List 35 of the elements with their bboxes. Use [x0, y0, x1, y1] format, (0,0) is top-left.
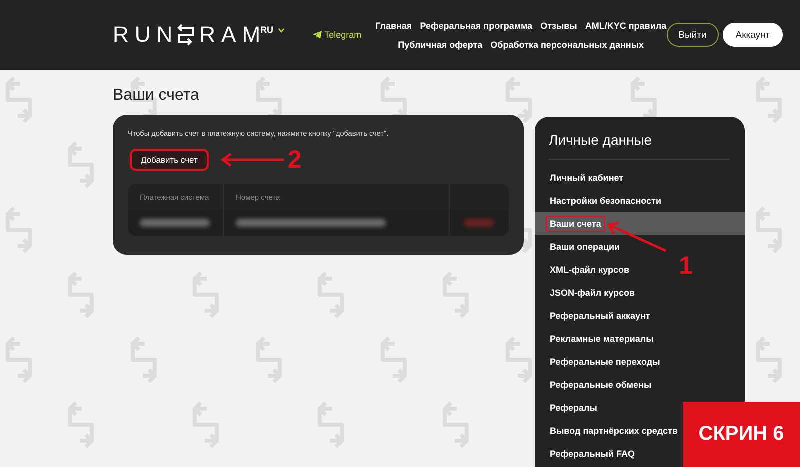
screen-badge: СКРИН 6: [683, 402, 800, 467]
annotation-number: 2: [288, 147, 302, 173]
nav-link[interactable]: Публичная оферта: [398, 40, 483, 50]
nav-link[interactable]: AML/KYC правила: [585, 20, 667, 30]
paper-plane-icon: [312, 31, 322, 39]
sidebar-item[interactable]: Рефералы: [535, 396, 602, 419]
add-account-button[interactable]: Добавить счет: [130, 149, 209, 171]
nav-link[interactable]: Главная: [376, 20, 412, 30]
sidebar-item[interactable]: Реферальные обмены: [535, 373, 656, 396]
nav-link[interactable]: Обработка персональных данных: [490, 40, 644, 50]
annotation-arrow: [220, 153, 286, 167]
logo-text: RUN: [113, 23, 179, 47]
sidebar-item[interactable]: Реферальные переходы: [535, 350, 664, 373]
sidebar-item[interactable]: Реферальный FAQ: [535, 442, 639, 465]
sidebar-item[interactable]: JSON-файл курсов: [535, 281, 640, 304]
annotation-number: 1: [679, 253, 693, 279]
page-title: Ваши счета: [113, 87, 200, 105]
redacted-text: [140, 219, 210, 227]
nav-link[interactable]: Отзывы: [540, 20, 578, 30]
account-button[interactable]: Аккаунт: [722, 23, 784, 47]
sidebar-item[interactable]: Рекламные материалы: [535, 327, 658, 350]
sidebar-item[interactable]: Ваши счета: [535, 212, 745, 235]
sidebar-title: Личные данные: [549, 132, 730, 160]
chevron-icon: [278, 28, 285, 32]
logout-button[interactable]: Выйти: [666, 23, 719, 47]
sidebar-item[interactable]: Ваши операции: [535, 235, 624, 258]
language-selector[interactable]: RU: [260, 25, 285, 35]
sidebar-item[interactable]: Настройки безопасности: [535, 189, 666, 212]
telegram-link[interactable]: Telegram: [312, 30, 362, 40]
sidebar-item[interactable]: XML-файл курсов: [535, 258, 634, 281]
sidebar-item[interactable]: Реферальный аккаунт: [535, 304, 654, 327]
logo-mark-icon: [176, 23, 195, 47]
sidebar-item[interactable]: Вывод партнёрских средств: [535, 419, 682, 442]
nav-link[interactable]: Реферальная программа: [420, 20, 533, 30]
sidebar-item[interactable]: Личный кабинет: [535, 166, 628, 189]
